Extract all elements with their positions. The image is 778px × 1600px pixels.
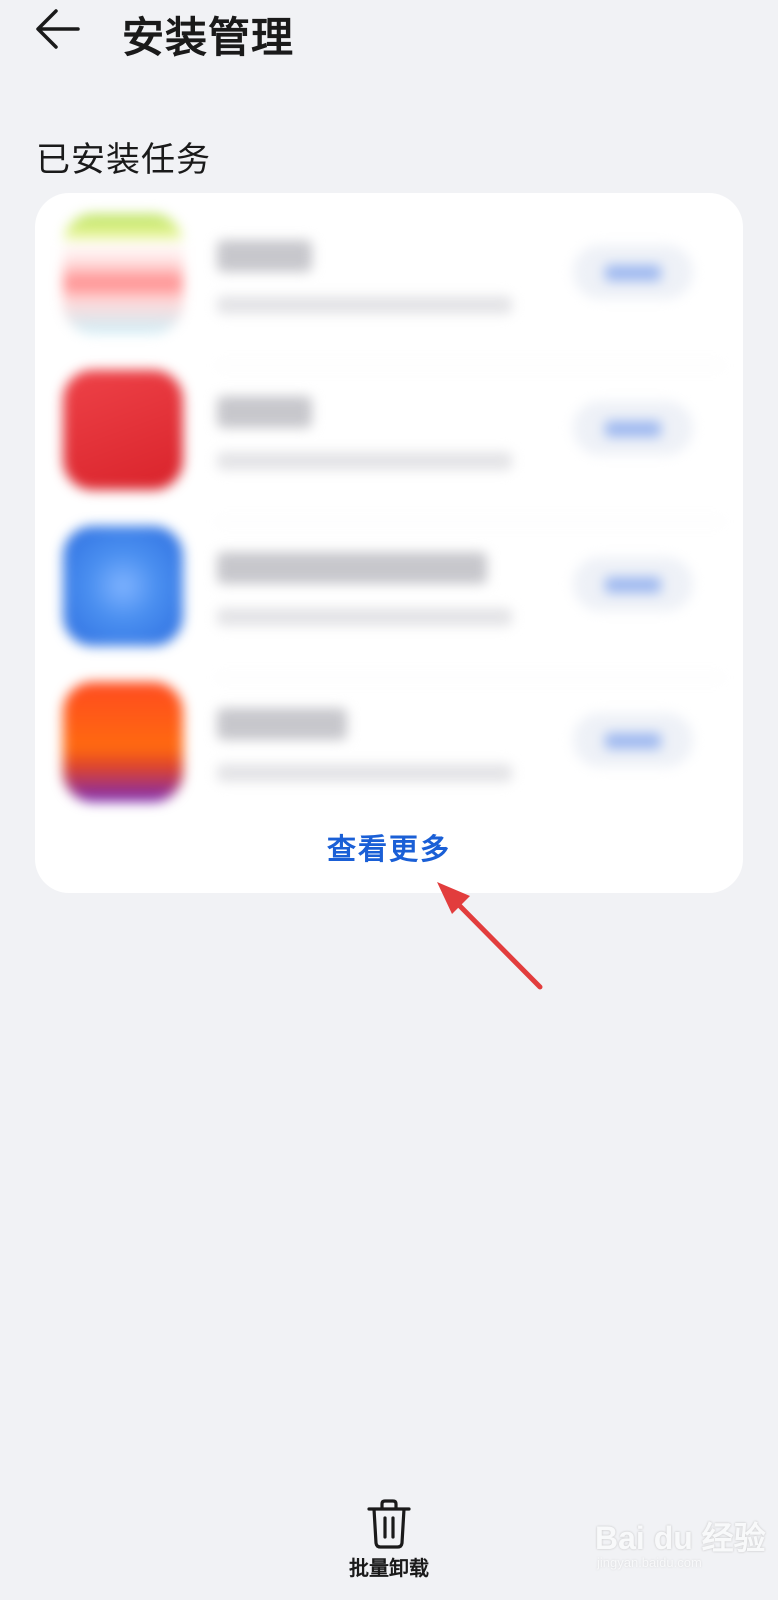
app-meta [217,452,512,470]
app-icon [63,214,183,334]
list-item[interactable] [63,366,723,522]
app-action-button[interactable] [573,245,693,299]
app-name [217,396,312,428]
app-name [217,552,487,584]
batch-uninstall-label: 批量卸载 [349,1556,429,1580]
watermark-main-text: Bai du 经验 [595,1520,766,1556]
app-icon [63,526,183,646]
page-title: 安装管理 [122,13,295,62]
watermark-sub-text: jingyan.baidu.com [597,1555,702,1570]
baidu-jingyan-watermark: Bai du 经验 jingyan.baidu.com [595,1513,766,1583]
list-item[interactable] [63,522,723,678]
app-icon [63,682,183,802]
batch-uninstall-button[interactable]: 批量卸载 [330,1498,448,1593]
app-meta [217,296,512,314]
trash-icon [367,1499,411,1549]
app-meta [217,764,512,782]
app-icon [63,370,183,490]
installed-tasks-card: 查看更多 [35,193,743,893]
app-action-button[interactable] [573,401,693,455]
app-action-button[interactable] [573,713,693,767]
app-meta [217,608,512,626]
back-button[interactable] [30,5,90,55]
list-item[interactable] [63,678,723,824]
app-name [217,240,312,272]
installed-app-list [63,210,723,824]
section-title-installed: 已安装任务 [36,140,211,180]
app-action-button[interactable] [573,557,693,611]
view-more-link[interactable]: 查看更多 [35,826,743,868]
list-item[interactable] [63,210,723,366]
header-bar: 安装管理 [0,0,778,70]
app-name [217,708,347,740]
arrow-left-icon [36,9,80,49]
